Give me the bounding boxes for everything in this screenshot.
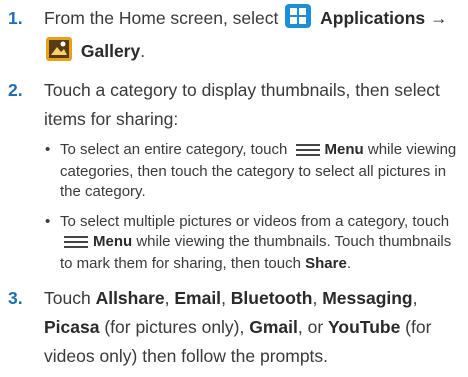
step-text: , or <box>297 317 329 337</box>
step-number: 1. <box>8 8 23 28</box>
menu-label: Menu <box>93 233 133 250</box>
period: . <box>346 255 351 272</box>
gallery-label: Gallery <box>80 41 141 61</box>
menu-icon <box>295 142 320 162</box>
menu-icon <box>64 234 88 254</box>
instructions: 1. From the Home screen, select Applicat… <box>6 4 464 377</box>
bullet-item: • To select an entire category, touch Me… <box>44 140 464 202</box>
bullet-dot: • <box>45 141 51 158</box>
applications-grid-icon <box>285 4 312 37</box>
menu-label: Menu <box>324 141 364 158</box>
step-3: 3. Touch Allshare, Email, Bluetooth, Mes… <box>6 284 464 371</box>
bullet-text: To select an entire category, touch <box>60 141 288 158</box>
step-number: 3. <box>8 288 23 308</box>
messaging-label: Messaging <box>322 288 413 308</box>
step-text: , <box>164 288 175 308</box>
share-label: Share <box>305 255 347 272</box>
bullet-list: • To select an entire category, touch Me… <box>44 140 464 274</box>
picasa-label: Picasa <box>44 317 100 337</box>
bullet-dot: • <box>45 213 51 230</box>
step-text: , <box>312 288 323 308</box>
step-text: Touch <box>44 288 96 308</box>
allshare-label: Allshare <box>95 288 165 308</box>
bullet-text: To select multiple pictures or videos fr… <box>60 213 450 230</box>
step-2: 2. Touch a category to display thumbnail… <box>6 76 464 134</box>
applications-label: Applications <box>320 8 426 28</box>
gmail-label: Gmail <box>249 317 298 337</box>
step-text: Touch a category to display thumbnails, … <box>44 80 440 129</box>
gallery-icon <box>46 37 72 70</box>
email-label: Email <box>174 288 222 308</box>
step-text: (for pictures only), <box>99 317 250 337</box>
step-text: , <box>412 288 418 308</box>
step-number: 2. <box>8 80 23 100</box>
step-text: , <box>221 288 231 308</box>
bullet-item: • To select multiple pictures or videos … <box>44 212 464 274</box>
period: . <box>140 41 146 61</box>
bluetooth-label: Bluetooth <box>230 288 313 308</box>
arrow: → <box>430 8 448 28</box>
youtube-label: YouTube <box>328 317 401 337</box>
step-text: From the Home screen, select <box>44 8 279 28</box>
step-1: 1. From the Home screen, select Applicat… <box>6 4 464 70</box>
